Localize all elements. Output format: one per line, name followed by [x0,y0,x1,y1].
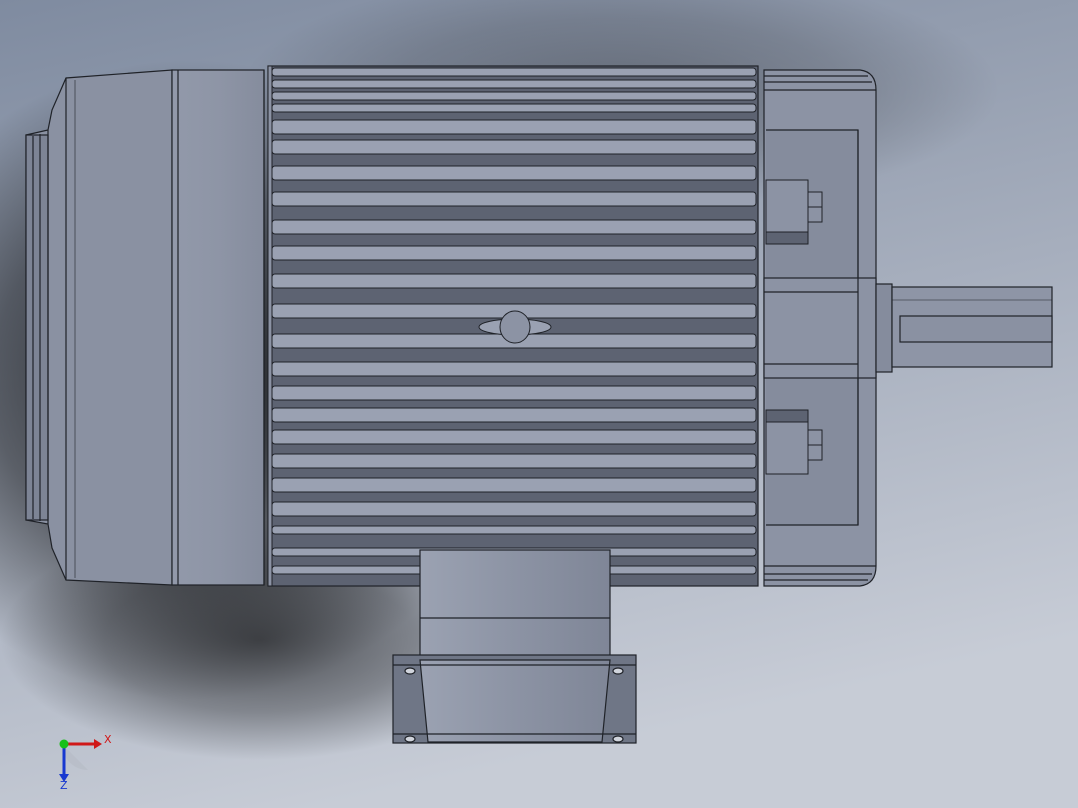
cooling-fin [271,191,757,207]
output-shaft[interactable] [875,283,1053,373]
cooling-fin [271,79,757,89]
cooling-fin [271,103,757,113]
cooling-fin [271,219,757,235]
cooling-fin [271,385,757,401]
cooling-fin [271,91,757,101]
cooling-fin [271,501,757,517]
fan-cover[interactable] [25,69,265,586]
cooling-fin [271,453,757,469]
cooling-fin [271,165,757,181]
cooling-fin [271,67,757,77]
mounting-foot[interactable] [392,549,637,744]
cooling-fin [271,477,757,493]
cooling-fin [271,525,757,535]
cooling-fin [271,139,757,155]
cooling-fin [271,119,757,135]
drive-end-shield[interactable] [763,69,877,587]
cooling-fin [271,429,757,445]
cooling-fin [271,245,757,261]
cad-viewport[interactable]: X Z [0,0,1078,808]
cooling-fin [271,361,757,377]
cooling-fin [271,273,757,289]
cooling-fin [271,407,757,423]
motor-model-view[interactable] [0,0,1078,808]
